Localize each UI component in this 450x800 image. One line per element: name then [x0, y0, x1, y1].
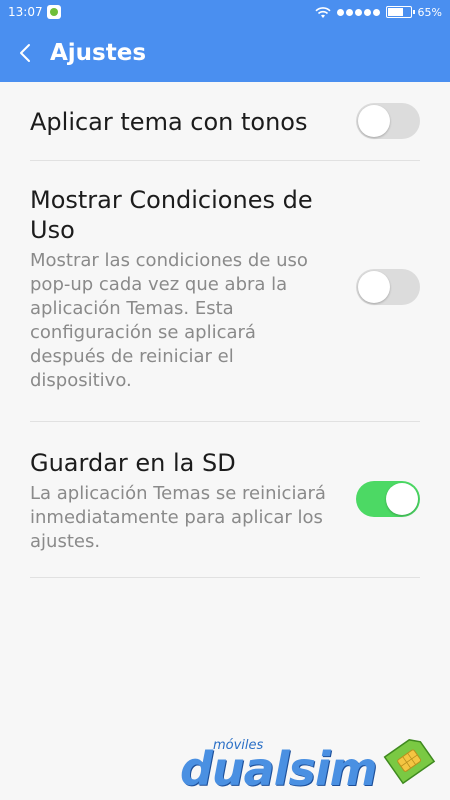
- toggle-switch-show-terms-of-use[interactable]: [356, 269, 420, 305]
- toggle-knob: [386, 483, 418, 515]
- watermark-brand: dualsim: [180, 742, 378, 796]
- sim-card-icon: [383, 739, 436, 785]
- setting-title: Mostrar Condiciones de Uso: [30, 186, 313, 244]
- page-title: Ajustes: [50, 40, 147, 66]
- toggle-knob: [358, 271, 390, 303]
- setting-description: La aplicación Temas se reiniciará inmedi…: [30, 483, 326, 552]
- settings-list: Aplicar tema con tonos Mostrar Condicion…: [0, 82, 450, 578]
- status-indicators: 65%: [314, 4, 442, 20]
- setting-save-to-sd: Guardar en la SD La aplicación Temas se …: [30, 422, 420, 578]
- setting-description: Mostrar las condiciones de uso pop-up ca…: [30, 250, 308, 391]
- signal-strength-icon: [336, 8, 380, 16]
- setting-show-terms-of-use: Mostrar Condiciones de Uso Mostrar las c…: [30, 161, 420, 422]
- notification-app-icon: [47, 5, 61, 19]
- header: 13:07 65% Ajustes: [0, 0, 450, 82]
- battery-level: 65%: [417, 5, 442, 19]
- toggle-switch-apply-theme-tones[interactable]: [356, 103, 420, 139]
- status-time: 13:07: [8, 5, 43, 19]
- toggle-knob: [358, 105, 390, 137]
- battery-icon: [385, 6, 415, 18]
- settings-screen: 13:07 65% Ajustes Aplicar tema con tonos…: [0, 0, 450, 800]
- toolbar: Ajustes: [0, 24, 450, 82]
- back-button[interactable]: [0, 24, 50, 82]
- status-bar: 13:07 65%: [0, 0, 450, 24]
- wifi-icon: [314, 6, 331, 18]
- toggle-switch-save-to-sd[interactable]: [356, 481, 420, 517]
- setting-apply-theme-tones: Aplicar tema con tonos: [30, 82, 420, 161]
- chevron-left-icon: [20, 44, 30, 62]
- setting-title: Guardar en la SD: [30, 449, 236, 477]
- watermark-logo: móviles dualsim: [180, 730, 440, 796]
